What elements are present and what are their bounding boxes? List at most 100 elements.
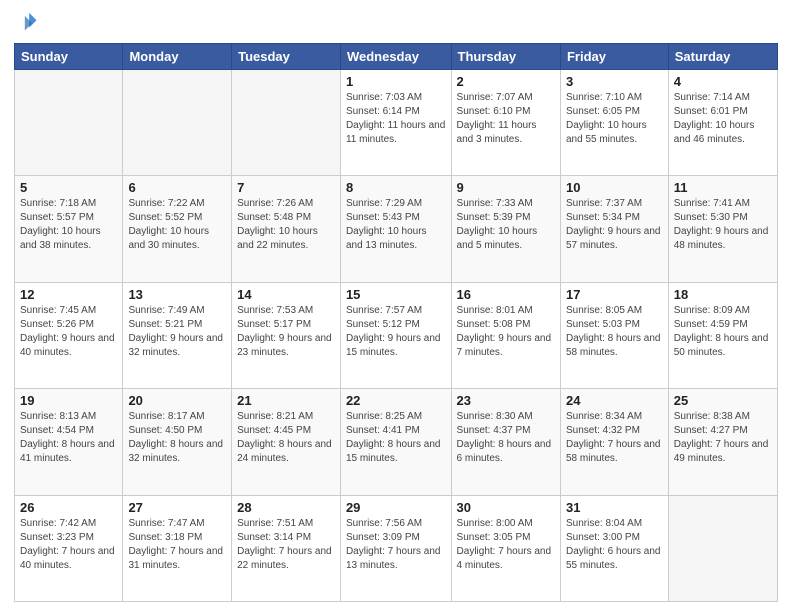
day-number: 20 — [128, 393, 226, 408]
day-number: 21 — [237, 393, 335, 408]
day-number: 12 — [20, 287, 117, 302]
day-info: Sunrise: 8:34 AMSunset: 4:32 PMDaylight:… — [566, 410, 663, 466]
calendar-cell: 28 Sunrise: 7:51 AMSunset: 3:14 PMDayligh… — [232, 495, 341, 601]
day-info: Sunrise: 8:38 AMSunset: 4:27 PMDaylight:… — [674, 410, 772, 466]
day-number: 8 — [346, 180, 446, 195]
day-info: Sunrise: 8:25 AMSunset: 4:41 PMDaylight:… — [346, 410, 446, 466]
day-number: 18 — [674, 287, 772, 302]
calendar-cell: 25 Sunrise: 8:38 AMSunset: 4:27 PMDayligh… — [668, 389, 777, 495]
day-number: 13 — [128, 287, 226, 302]
weekday-header-thursday: Thursday — [451, 44, 560, 70]
calendar-cell: 8 Sunrise: 7:29 AMSunset: 5:43 PMDaylight… — [340, 176, 451, 282]
calendar-cell: 18 Sunrise: 8:09 AMSunset: 4:59 PMDayligh… — [668, 282, 777, 388]
day-number: 10 — [566, 180, 663, 195]
day-info: Sunrise: 7:53 AMSunset: 5:17 PMDaylight:… — [237, 304, 335, 360]
day-info: Sunrise: 8:13 AMSunset: 4:54 PMDaylight:… — [20, 410, 117, 466]
day-number: 29 — [346, 500, 446, 515]
header — [14, 10, 778, 37]
calendar-cell — [232, 70, 341, 176]
calendar-cell: 21Sunrise: 8:21 AMSunset: 4:45 PMDayligh… — [232, 389, 341, 495]
day-info: Sunrise: 7:49 AMSunset: 5:21 PMDaylight:… — [128, 304, 226, 360]
day-info: Sunrise: 7:45 AMSunset: 5:26 PMDaylight:… — [20, 304, 117, 360]
logo — [14, 10, 40, 37]
calendar-cell: 7Sunrise: 7:26 AMSunset: 5:48 PMDaylight… — [232, 176, 341, 282]
calendar-week-row: 26Sunrise: 7:42 AMSunset: 3:23 PMDayligh… — [15, 495, 778, 601]
day-number: 6 — [128, 180, 226, 195]
day-info: Sunrise: 7:57 AMSunset: 5:12 PMDaylight:… — [346, 304, 446, 360]
day-number: 2 — [457, 74, 555, 89]
day-number: 24 — [566, 393, 663, 408]
day-info: Sunrise: 7:37 AMSunset: 5:34 PMDaylight:… — [566, 197, 663, 253]
calendar-cell: 20 Sunrise: 8:17 AMSunset: 4:50 PMDayligh… — [123, 389, 232, 495]
weekday-header-sunday: Sunday — [15, 44, 123, 70]
day-info: Sunrise: 7:47 AMSunset: 3:18 PMDaylight:… — [128, 517, 226, 573]
calendar-body: 1 Sunrise: 7:03 AMSunset: 6:14 PMDaylight… — [15, 70, 778, 602]
day-info: Sunrise: 8:01 AMSunset: 5:08 PMDaylight:… — [457, 304, 555, 360]
calendar-cell: 16 Sunrise: 8:01 AMSunset: 5:08 PMDayligh… — [451, 282, 560, 388]
day-info: Sunrise: 7:22 AMSunset: 5:52 PMDaylight:… — [128, 197, 226, 253]
day-info: Sunrise: 7:51 AMSunset: 3:14 PMDaylight:… — [237, 517, 335, 573]
day-number: 30 — [457, 500, 555, 515]
calendar-cell — [15, 70, 123, 176]
calendar-cell: 23Sunrise: 8:30 AMSunset: 4:37 PMDayligh… — [451, 389, 560, 495]
calendar-cell: 17 Sunrise: 8:05 AMSunset: 5:03 PMDayligh… — [560, 282, 668, 388]
day-info: Sunrise: 7:41 AMSunset: 5:30 PMDaylight:… — [674, 197, 772, 253]
calendar-cell: 6 Sunrise: 7:22 AMSunset: 5:52 PMDaylight… — [123, 176, 232, 282]
calendar-cell: 10 Sunrise: 7:37 AMSunset: 5:34 PMDayligh… — [560, 176, 668, 282]
day-number: 5 — [20, 180, 117, 195]
calendar-cell: 9Sunrise: 7:33 AMSunset: 5:39 PMDaylight… — [451, 176, 560, 282]
day-number: 22 — [346, 393, 446, 408]
day-info: Sunrise: 8:05 AMSunset: 5:03 PMDaylight:… — [566, 304, 663, 360]
day-number: 19 — [20, 393, 117, 408]
calendar-cell — [123, 70, 232, 176]
day-info: Sunrise: 7:29 AMSunset: 5:43 PMDaylight:… — [346, 197, 446, 253]
calendar-cell: 27 Sunrise: 7:47 AMSunset: 3:18 PMDayligh… — [123, 495, 232, 601]
day-number: 11 — [674, 180, 772, 195]
calendar-cell — [668, 495, 777, 601]
day-info: Sunrise: 7:18 AMSunset: 5:57 PMDaylight:… — [20, 197, 117, 253]
calendar-cell: 2 Sunrise: 7:07 AMSunset: 6:10 PMDaylight… — [451, 70, 560, 176]
calendar-cell: 22 Sunrise: 8:25 AMSunset: 4:41 PMDayligh… — [340, 389, 451, 495]
calendar-week-row: 1 Sunrise: 7:03 AMSunset: 6:14 PMDaylight… — [15, 70, 778, 176]
day-info: Sunrise: 8:09 AMSunset: 4:59 PMDaylight:… — [674, 304, 772, 360]
day-number: 31 — [566, 500, 663, 515]
calendar-cell: 1 Sunrise: 7:03 AMSunset: 6:14 PMDaylight… — [340, 70, 451, 176]
weekday-header-saturday: Saturday — [668, 44, 777, 70]
day-number: 16 — [457, 287, 555, 302]
calendar-week-row: 19 Sunrise: 8:13 AMSunset: 4:54 PMDayligh… — [15, 389, 778, 495]
day-number: 3 — [566, 74, 663, 89]
day-info: Sunrise: 7:07 AMSunset: 6:10 PMDaylight:… — [457, 91, 555, 147]
calendar-cell: 4 Sunrise: 7:14 AMSunset: 6:01 PMDaylight… — [668, 70, 777, 176]
calendar-cell: 5 Sunrise: 7:18 AMSunset: 5:57 PMDaylight… — [15, 176, 123, 282]
calendar-cell: 12 Sunrise: 7:45 AMSunset: 5:26 PMDayligh… — [15, 282, 123, 388]
day-number: 23 — [457, 393, 555, 408]
day-number: 9 — [457, 180, 555, 195]
day-info: Sunrise: 8:17 AMSunset: 4:50 PMDaylight:… — [128, 410, 226, 466]
calendar-cell: 14Sunrise: 7:53 AMSunset: 5:17 PMDayligh… — [232, 282, 341, 388]
page: SundayMondayTuesdayWednesdayThursdayFrid… — [0, 0, 792, 612]
day-number: 25 — [674, 393, 772, 408]
day-info: Sunrise: 7:14 AMSunset: 6:01 PMDaylight:… — [674, 91, 772, 147]
day-info: Sunrise: 7:10 AMSunset: 6:05 PMDaylight:… — [566, 91, 663, 147]
calendar-cell: 3 Sunrise: 7:10 AMSunset: 6:05 PMDaylight… — [560, 70, 668, 176]
day-number: 1 — [346, 74, 446, 89]
calendar-cell: 15Sunrise: 7:57 AMSunset: 5:12 PMDayligh… — [340, 282, 451, 388]
weekday-header-friday: Friday — [560, 44, 668, 70]
day-number: 17 — [566, 287, 663, 302]
day-number: 4 — [674, 74, 772, 89]
calendar-cell: 13 Sunrise: 7:49 AMSunset: 5:21 PMDayligh… — [123, 282, 232, 388]
calendar-cell: 29 Sunrise: 7:56 AMSunset: 3:09 PMDayligh… — [340, 495, 451, 601]
weekday-header-wednesday: Wednesday — [340, 44, 451, 70]
calendar-cell: 11 Sunrise: 7:41 AMSunset: 5:30 PMDayligh… — [668, 176, 777, 282]
day-number: 28 — [237, 500, 335, 515]
weekday-header-tuesday: Tuesday — [232, 44, 341, 70]
calendar-table: SundayMondayTuesdayWednesdayThursdayFrid… — [14, 43, 778, 602]
calendar-cell: 19 Sunrise: 8:13 AMSunset: 4:54 PMDayligh… — [15, 389, 123, 495]
day-info: Sunrise: 7:26 AMSunset: 5:48 PMDaylight:… — [237, 197, 335, 253]
logo-icon — [16, 10, 38, 32]
day-info: Sunrise: 7:42 AMSunset: 3:23 PMDaylight:… — [20, 517, 117, 573]
day-number: 27 — [128, 500, 226, 515]
weekday-header-row: SundayMondayTuesdayWednesdayThursdayFrid… — [15, 44, 778, 70]
day-info: Sunrise: 7:56 AMSunset: 3:09 PMDaylight:… — [346, 517, 446, 573]
day-info: Sunrise: 7:03 AMSunset: 6:14 PMDaylight:… — [346, 91, 446, 147]
